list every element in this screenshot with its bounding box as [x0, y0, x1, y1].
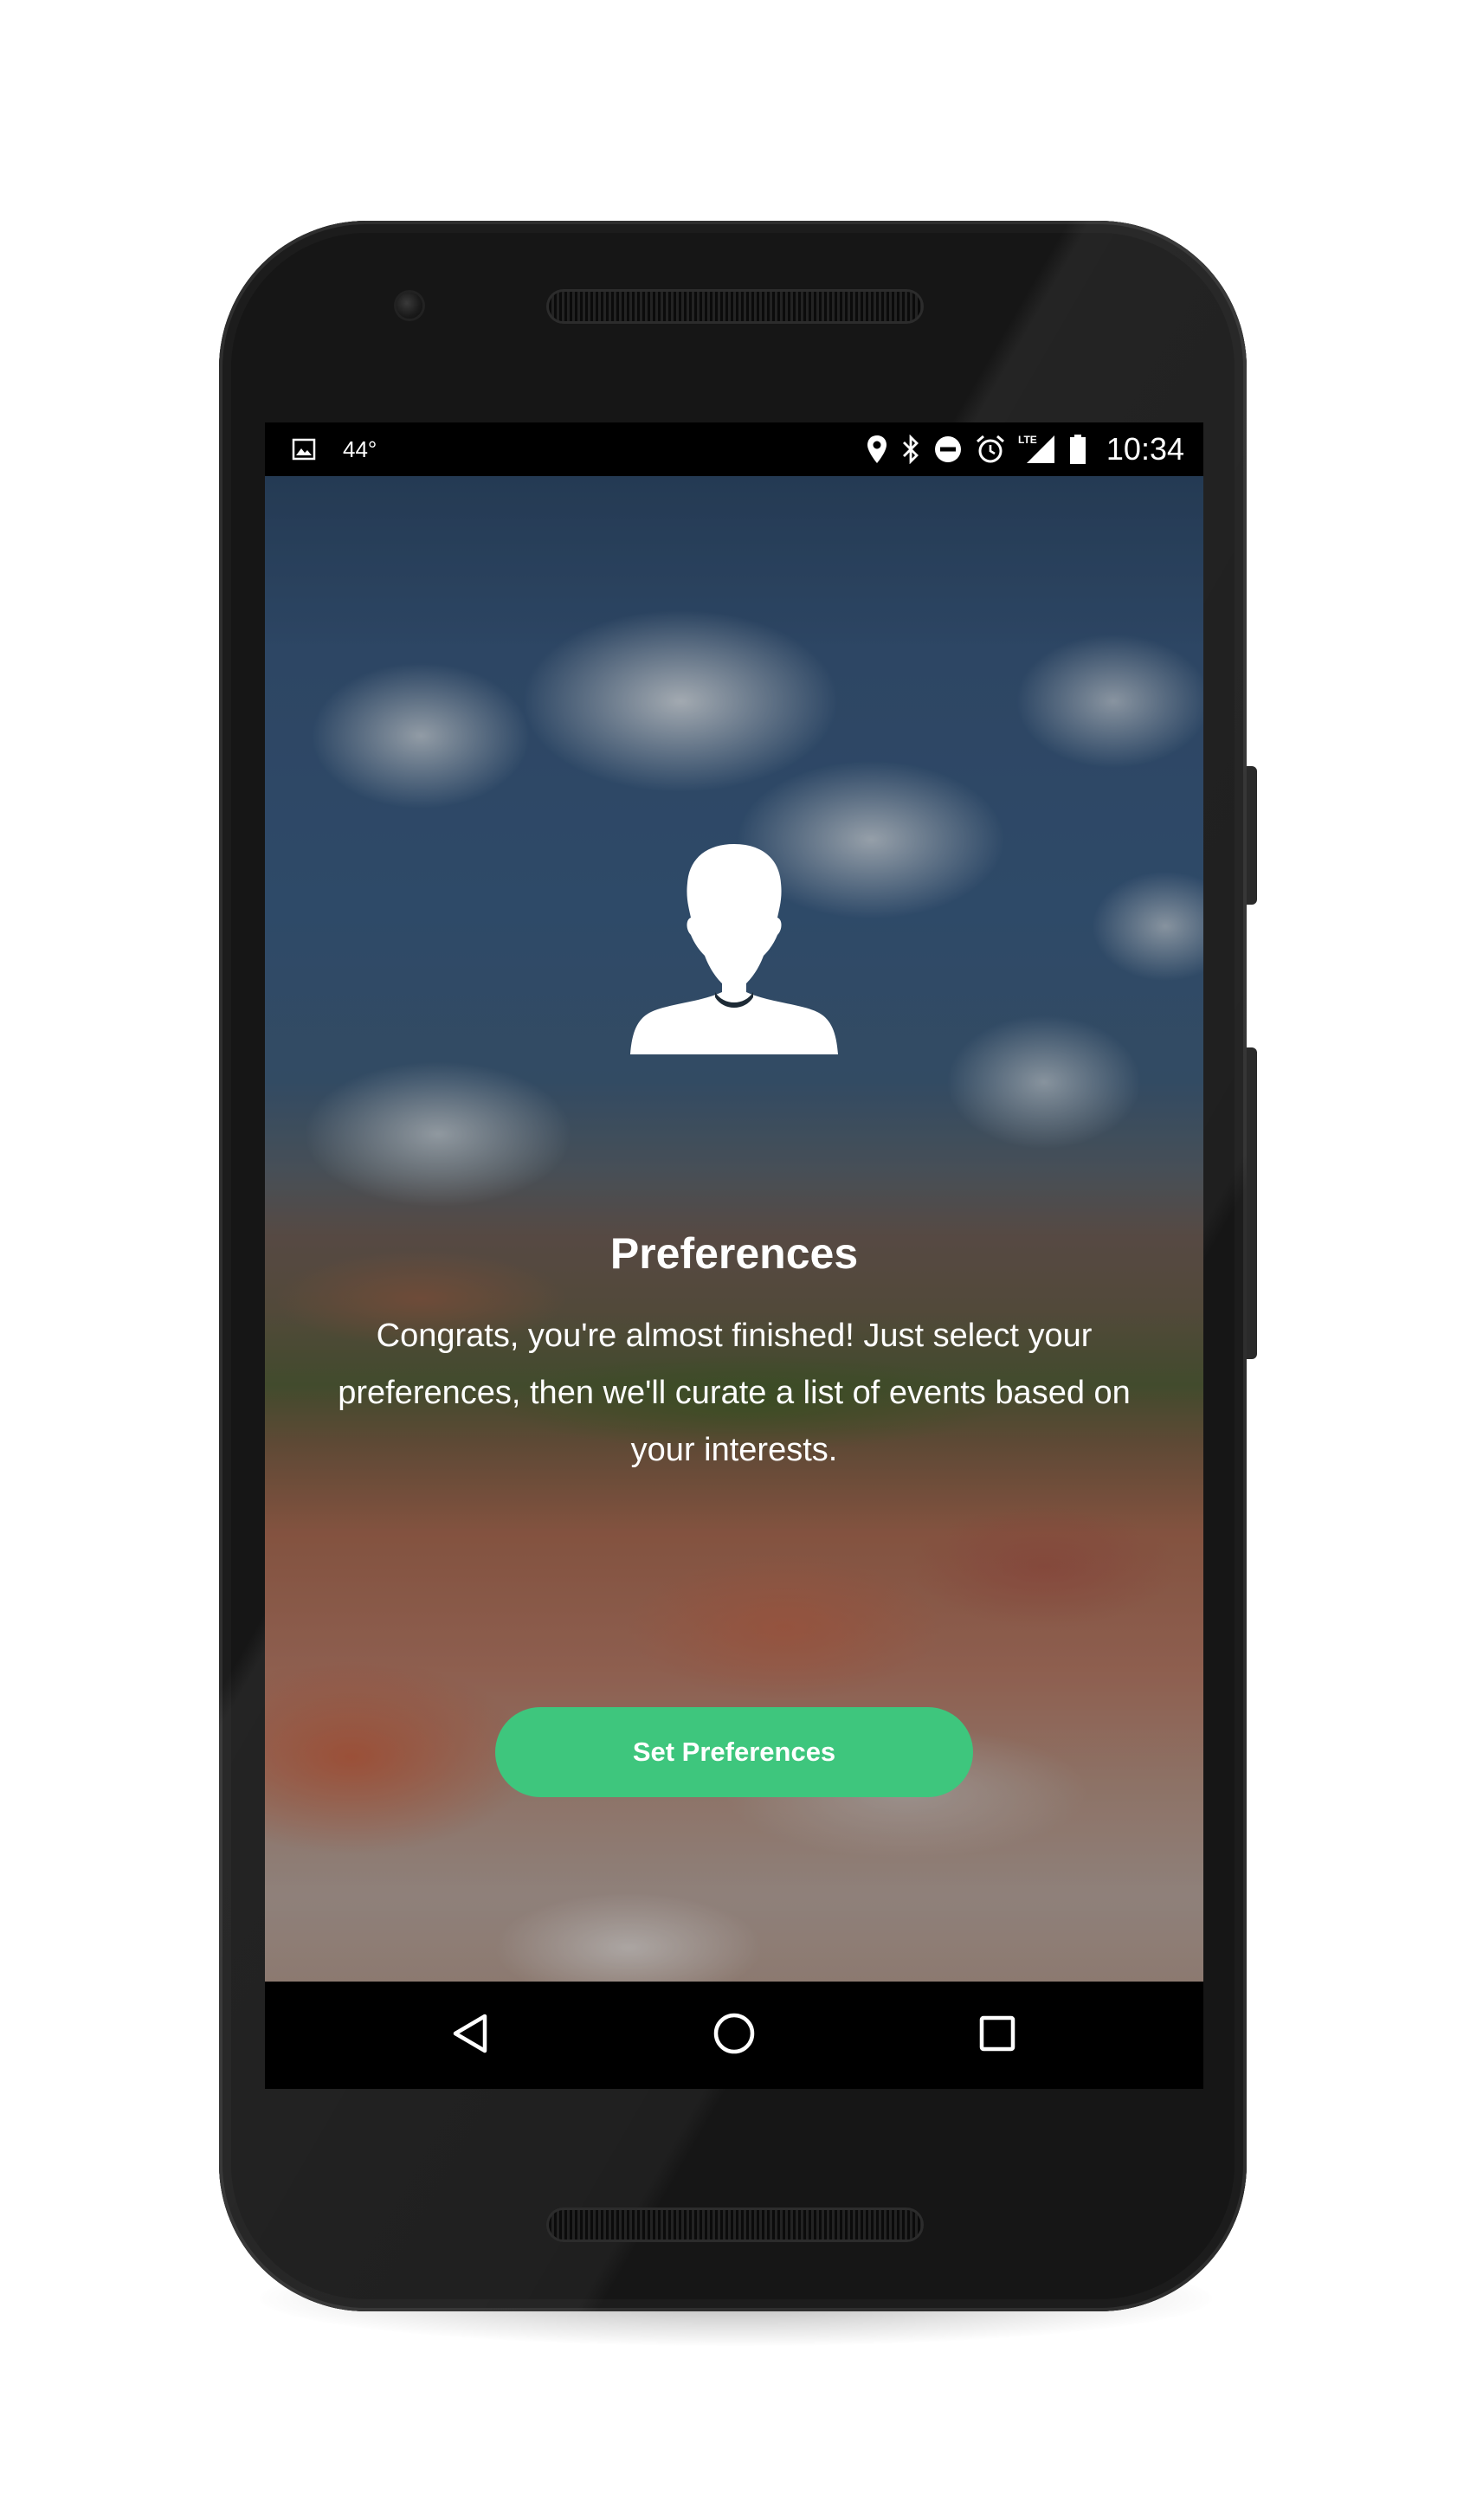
page-description: Congrats, you're almost finished! Just s… [338, 1318, 1131, 1468]
phone-screen: 44° LTE 10:34 Preferences Congrats, you'… [265, 422, 1203, 2089]
signal-icon: LTE [1018, 434, 1056, 465]
blurred-stadium-background: Preferences Congrats, you're almost fini… [265, 476, 1203, 1982]
top-speaker-grille [549, 292, 921, 321]
clock: 10:34 [1106, 431, 1184, 467]
weather-temperature: 44° [343, 435, 377, 462]
navigation-bar [265, 1982, 1203, 2089]
bottom-speaker-grille [549, 2210, 921, 2240]
status-bar: 44° LTE 10:34 [265, 422, 1203, 476]
page-title: Preferences [609, 1229, 859, 1278]
network-type-label: LTE [1018, 434, 1037, 446]
do-not-disturb-icon [933, 435, 963, 464]
user-profile-icon [630, 840, 838, 1056]
set-preferences-button[interactable]: Set Preferences [495, 1707, 973, 1797]
recents-icon [977, 2014, 1017, 2058]
home-button[interactable] [674, 1982, 795, 2089]
preferences-onboarding: Preferences Congrats, you're almost fini… [265, 476, 1203, 1982]
recents-button[interactable] [937, 1982, 1058, 2089]
volume-button [1245, 1047, 1257, 1359]
front-camera [397, 293, 422, 319]
battery-icon [1068, 434, 1087, 465]
image-notification-icon [291, 436, 317, 462]
device-mockup: 44° LTE 10:34 Preferences Congrats, you'… [0, 0, 1470, 2520]
back-button[interactable] [410, 1982, 532, 2089]
back-icon [450, 2012, 492, 2059]
alarm-icon [975, 434, 1006, 465]
home-icon [712, 2011, 757, 2060]
power-button [1245, 766, 1257, 905]
status-bar-left: 44° [291, 422, 377, 476]
bluetooth-icon [900, 435, 921, 464]
location-icon [866, 435, 888, 464]
status-bar-right: LTE 10:34 [866, 422, 1184, 476]
